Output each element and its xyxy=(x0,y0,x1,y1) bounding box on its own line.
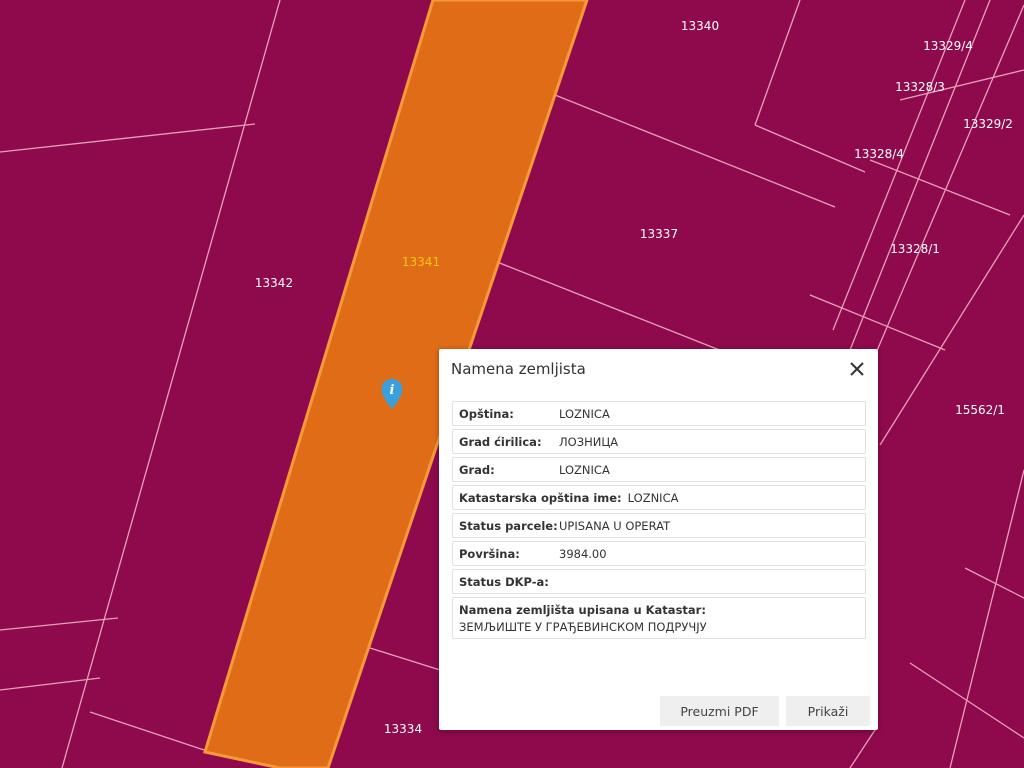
parcel-label-13328-1: 13328/1 xyxy=(890,242,940,256)
row-katastarska-opstina: Katastarska opština ime: LOZNICA xyxy=(452,485,866,510)
parcel-label-15562-1: 15562/1 xyxy=(955,403,1005,417)
parcel-label-13340: 13340 xyxy=(680,19,720,33)
show-button[interactable]: Prikaži xyxy=(786,696,870,726)
parcel-label-13334: 13334 xyxy=(383,722,423,736)
parcel-label-13341: 13341 xyxy=(401,255,441,269)
row-key: Status parcele: xyxy=(459,518,558,533)
close-icon[interactable] xyxy=(848,360,866,378)
row-key: Katastarska opština ime: xyxy=(459,490,622,505)
parcel-label-13329-4: 13329/4 xyxy=(923,39,973,53)
row-grad-cirilica: Grad ćirilica: ЛОЗНИЦА xyxy=(452,429,866,454)
row-key: Površina: xyxy=(459,546,520,561)
parcel-label-13342: 13342 xyxy=(254,276,294,290)
row-value: ЛОЗНИЦА xyxy=(559,434,619,449)
info-pin-icon[interactable]: i xyxy=(380,378,404,410)
row-povrsina: Površina: 3984.00 xyxy=(452,541,866,566)
row-grad: Grad: LOZNICA xyxy=(452,457,866,482)
svg-text:i: i xyxy=(390,383,395,398)
row-key: Namena zemljišta upisana u Katastar: xyxy=(459,602,706,617)
row-value: LOZNICA xyxy=(627,490,679,505)
row-status-parcele: Status parcele: UPISANA U OPERAT xyxy=(452,513,866,538)
parcel-info-popup: Namena zemljista Opština: LOZNICA Grad ći… xyxy=(439,349,878,730)
row-value: UPISANA U OPERAT xyxy=(559,518,671,533)
row-value: 3984.00 xyxy=(559,546,607,561)
row-value: LOZNICA xyxy=(559,406,610,421)
row-key: Grad ćirilica: xyxy=(459,434,542,449)
row-value: ЗЕМЉИШТЕ У ГРАЂЕВИНСКОМ ПОДРУЧЈУ xyxy=(459,619,707,634)
row-status-dkp: Status DKP-a: xyxy=(452,569,866,594)
parcel-label-13328-3: 13328/3 xyxy=(895,80,945,94)
attribute-list: Opština: LOZNICA Grad ćirilica: ЛОЗНИЦА Gr… xyxy=(452,401,866,642)
row-key: Status DKP-a: xyxy=(459,574,549,589)
row-key: Grad: xyxy=(459,462,495,477)
row-key: Opština: xyxy=(459,406,514,421)
row-namena-zemljista: Namena zemljišta upisana u Katastar: ЗЕМЉ… xyxy=(452,597,866,639)
parcel-label-13328-4: 13328/4 xyxy=(854,147,904,161)
popup-header: Namena zemljista xyxy=(439,349,878,389)
parcel-label-13337: 13337 xyxy=(639,227,679,241)
download-pdf-button[interactable]: Preuzmi PDF xyxy=(660,696,779,726)
row-opstina: Opština: LOZNICA xyxy=(452,401,866,426)
popup-title: Namena zemljista xyxy=(451,360,586,378)
parcel-label-13329-2: 13329/2 xyxy=(963,117,1013,131)
row-value: LOZNICA xyxy=(559,462,610,477)
